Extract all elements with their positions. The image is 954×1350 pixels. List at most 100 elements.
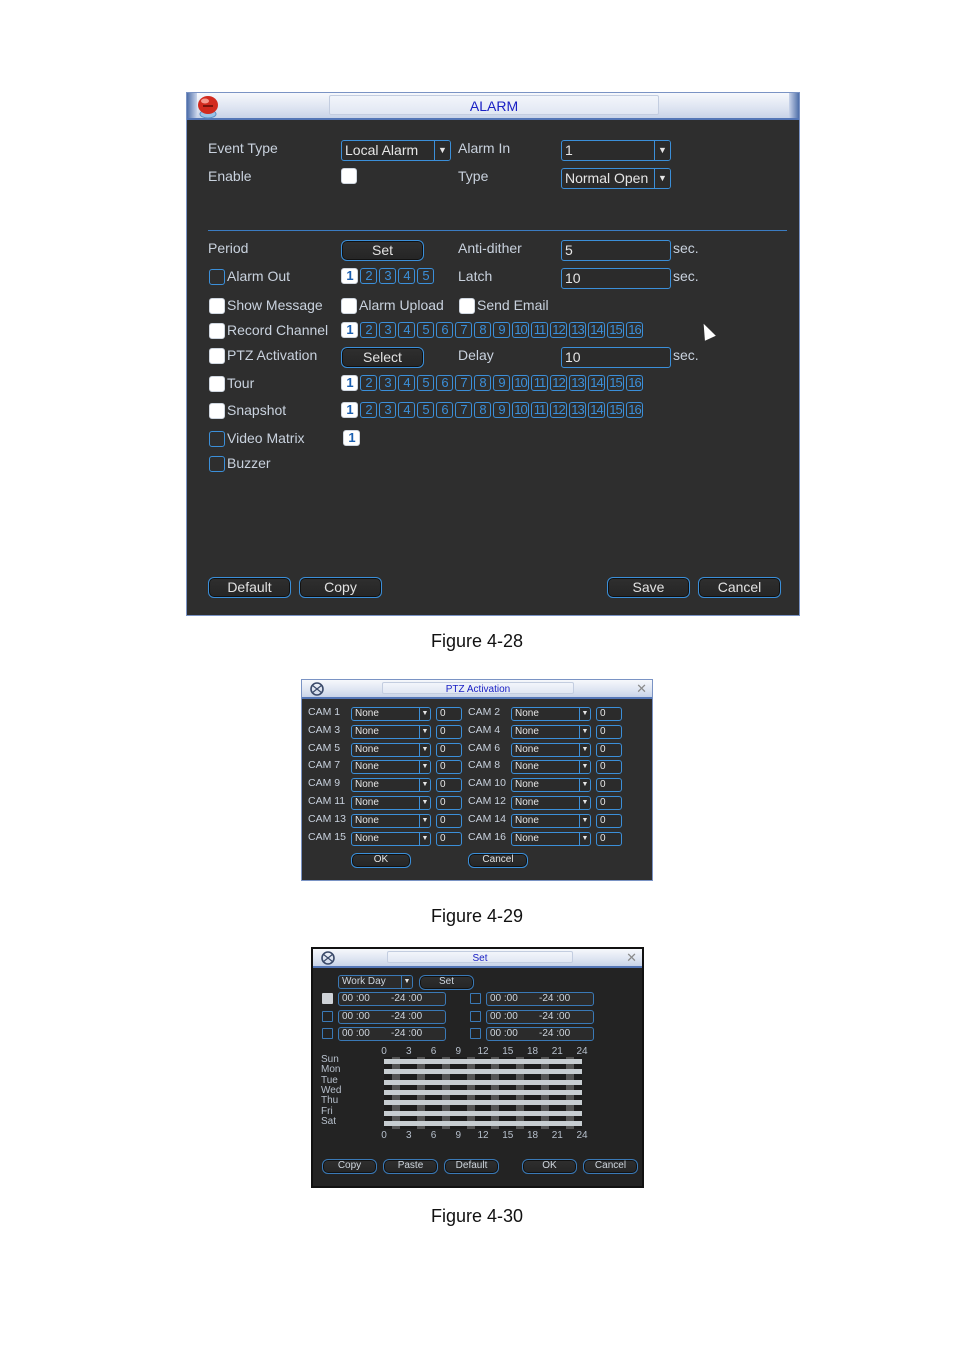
ptz-number-input[interactable]: 0 [436,778,462,793]
period-time-range[interactable]: 00 :00 -24 :00 [338,1009,446,1024]
channel-toggle[interactable]: 11 [531,322,548,338]
ptz-number-input[interactable]: 0 [436,742,462,757]
channel-toggle[interactable]: 4 [398,268,415,284]
channel-toggle[interactable]: 2 [360,375,377,391]
channel-toggle[interactable]: 5 [417,402,434,418]
alarm-upload-checkbox[interactable] [341,298,357,314]
channel-toggle[interactable]: 2 [360,322,377,338]
ptz-number-input[interactable]: 0 [596,796,622,810]
channel-toggle[interactable]: 9 [493,375,510,391]
channel-toggle[interactable]: 7 [455,322,472,338]
ptz-number-input[interactable]: 0 [436,831,462,846]
ptz-number-input[interactable]: 0 [596,778,622,793]
channel-toggle[interactable]: 13 [569,322,586,338]
default-button[interactable]: Default [208,577,291,598]
day-schedule-bar[interactable] [384,1069,582,1075]
channel-toggle[interactable]: 11 [531,375,548,391]
period-time-range[interactable]: 00 :00 -24 :00 [486,1027,594,1041]
period-set-button[interactable]: Set [341,240,424,261]
ptz-type-select[interactable]: None ▼ [511,813,591,828]
period-checkbox[interactable] [322,1010,333,1022]
ptz-number-input[interactable]: 0 [596,813,622,828]
cancel-button[interactable]: Cancel [698,577,781,598]
channel-toggle[interactable]: 3 [379,268,396,284]
ptz-number-input[interactable]: 0 [596,724,622,739]
alarm-in-select[interactable]: 1 ▼ [561,140,671,161]
enable-checkbox[interactable] [341,168,357,184]
day-schedule-bar[interactable] [384,1059,582,1064]
ptz-number-input[interactable]: 0 [596,831,622,846]
ptz-ok-button[interactable]: OK [351,853,411,868]
copy-button[interactable]: Copy [322,1159,377,1174]
show-message-checkbox[interactable] [209,298,225,314]
cancel-button[interactable]: Cancel [583,1159,638,1174]
day-schedule-bar[interactable] [384,1079,582,1085]
channel-toggle[interactable]: 8 [474,375,491,391]
channel-toggle[interactable]: 5 [417,322,434,338]
ok-button[interactable]: OK [522,1159,577,1174]
event-type-select[interactable]: Local Alarm ▼ [341,140,451,161]
ptz-type-select[interactable]: None ▼ [511,760,591,775]
channel-toggle[interactable]: 4 [398,402,415,418]
ptz-number-input[interactable]: 0 [436,813,462,828]
channel-toggle[interactable]: 3 [379,375,396,391]
ptz-number-input[interactable]: 0 [596,707,622,721]
day-schedule-bar[interactable] [384,1100,582,1106]
channel-toggle[interactable]: 4 [398,375,415,391]
channel-toggle[interactable]: 13 [569,375,586,391]
buzzer-checkbox[interactable] [209,456,225,472]
channel-toggle[interactable]: 1 [341,268,358,284]
channel-toggle[interactable]: 9 [493,322,510,338]
channel-toggle[interactable]: 12 [550,402,567,418]
schedule-grid[interactable] [384,1057,582,1129]
ptz-type-select[interactable]: None ▼ [351,742,431,757]
channel-toggle[interactable]: 2 [360,268,377,284]
channel-toggle[interactable]: 3 [379,322,396,338]
channel-toggle[interactable]: 1 [341,322,358,338]
ptz-type-select[interactable]: None ▼ [351,707,431,721]
channel-toggle[interactable]: 4 [398,322,415,338]
channel-toggle[interactable]: 14 [588,322,605,338]
period-checkbox[interactable] [322,1028,333,1039]
day-schedule-bar[interactable] [384,1110,582,1116]
ptz-type-select[interactable]: None ▼ [511,778,591,793]
ptz-type-select[interactable]: None ▼ [511,831,591,846]
channel-toggle[interactable]: 6 [436,375,453,391]
set-apply-button[interactable]: Set [419,975,474,990]
ptz-number-input[interactable]: 0 [436,796,462,810]
paste-button[interactable]: Paste [383,1159,438,1174]
channel-toggle[interactable]: 13 [569,402,586,418]
video-matrix-checkbox[interactable] [209,431,225,447]
delay-input[interactable]: 10 [561,347,671,368]
ptz-number-input[interactable]: 0 [436,707,462,721]
channel-toggle[interactable]: 5 [417,268,434,284]
ptz-type-select[interactable]: None ▼ [351,831,431,846]
ptz-type-select[interactable]: None ▼ [351,724,431,739]
channel-toggle[interactable]: 3 [379,402,396,418]
close-icon[interactable]: ✕ [636,681,647,697]
channel-toggle[interactable]: 11 [531,402,548,418]
ptz-cancel-button[interactable]: Cancel [468,853,528,868]
ptz-type-select[interactable]: None ▼ [351,813,431,828]
channel-toggle[interactable]: 1 [343,430,360,446]
channel-toggle[interactable]: 12 [550,322,567,338]
channel-toggle[interactable]: 7 [455,375,472,391]
channel-toggle[interactable]: 10 [512,322,529,338]
ptz-type-select[interactable]: None ▼ [351,796,431,810]
period-checkbox[interactable] [470,1028,481,1039]
ptz-type-select[interactable]: None ▼ [511,724,591,739]
default-button[interactable]: Default [444,1159,499,1174]
ptz-number-input[interactable]: 0 [596,760,622,775]
channel-toggle[interactable]: 6 [436,402,453,418]
ptz-type-select[interactable]: None ▼ [511,742,591,757]
snapshot-checkbox[interactable] [209,403,225,419]
copy-button[interactable]: Copy [299,577,382,598]
channel-toggle[interactable]: 14 [588,402,605,418]
ptz-select-button[interactable]: Select [341,347,424,368]
period-checkbox[interactable] [470,993,481,1004]
close-icon[interactable]: ✕ [626,950,637,966]
channel-toggle[interactable]: 15 [607,322,624,338]
channel-toggle[interactable]: 10 [512,375,529,391]
ptz-type-select[interactable]: None ▼ [511,707,591,721]
channel-toggle[interactable]: 5 [417,375,434,391]
